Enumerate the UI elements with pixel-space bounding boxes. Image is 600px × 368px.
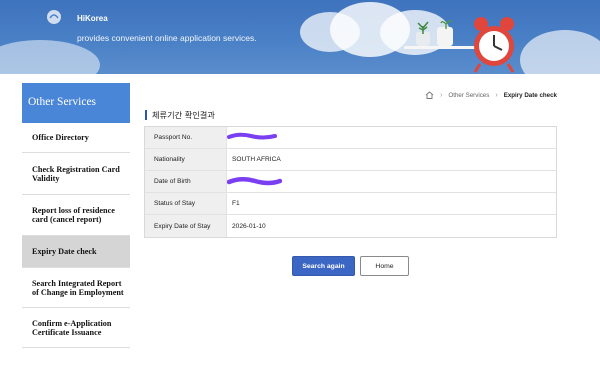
row-label: Date of Birth — [145, 171, 227, 192]
banner-tagline: provides convenient online application s… — [77, 33, 257, 43]
row-label: Expiry Date of Stay — [145, 215, 227, 237]
row-label: Nationality — [145, 149, 227, 170]
redaction-scribble — [227, 132, 277, 140]
sidebar-title: Other Services — [22, 83, 130, 123]
section-title: 체류기간 확인결과 — [145, 109, 215, 121]
passport-number-value — [227, 127, 556, 148]
nationality-value: SOUTH AFRICA — [232, 156, 281, 163]
table-row: Expiry Date of Stay 2026-01-10 — [145, 215, 556, 237]
search-again-button[interactable]: Search again — [292, 256, 355, 276]
sidebar-item-label: Expiry Date check — [32, 247, 97, 256]
shelf-decoration — [404, 46, 476, 49]
plant-leaves-icon — [417, 21, 429, 34]
table-row: Passport No. — [145, 127, 556, 149]
status-of-stay-value: F1 — [232, 200, 240, 207]
home-button[interactable]: Home — [360, 256, 409, 276]
brand-name: HiKorea — [77, 14, 108, 23]
sidebar-item-check-registration-card[interactable]: Check Registration Card Validity — [22, 153, 130, 195]
sprout-icon — [440, 20, 452, 29]
result-table: Passport No. Nationality SOUTH AFRICA Da… — [144, 126, 557, 238]
breadcrumb-item-other-services[interactable]: Other Services — [448, 92, 489, 99]
table-row: Date of Birth — [145, 171, 556, 193]
sidebar: Other Services Office Directory Check Re… — [22, 83, 130, 348]
table-row: Nationality SOUTH AFRICA — [145, 149, 556, 171]
sidebar-item-report-loss[interactable]: Report loss of residence card (cancel re… — [22, 195, 130, 236]
plant-pot-decoration — [437, 27, 453, 46]
home-icon[interactable] — [425, 91, 434, 99]
row-label: Passport No. — [145, 127, 227, 148]
sidebar-item-office-directory[interactable]: Office Directory — [22, 123, 130, 153]
chevron-right-icon: › — [495, 91, 498, 99]
header-banner: HiKorea provides convenient online appli… — [0, 0, 600, 74]
table-row: Status of Stay F1 — [145, 193, 556, 215]
breadcrumb-item-current: Expiry Date check — [503, 91, 557, 99]
redaction-scribble — [227, 177, 282, 186]
sidebar-item-label: Search Integrated Report of Change in Em… — [32, 278, 124, 297]
plant-pot-decoration — [416, 32, 430, 46]
section-title-text: 체류기간 확인결과 — [152, 110, 215, 120]
breadcrumb: › Other Services › Expiry Date check — [425, 91, 557, 99]
sidebar-item-expiry-date-check[interactable]: Expiry Date check — [22, 236, 130, 268]
sidebar-item-confirm-e-application[interactable]: Confirm e-Application Certificate Issuan… — [22, 308, 130, 348]
sidebar-item-label: Confirm e-Application Certificate Issuan… — [32, 318, 112, 337]
chevron-right-icon: › — [440, 91, 443, 99]
sidebar-item-label: Office Directory — [32, 133, 89, 142]
title-accent-bar — [145, 110, 147, 120]
sidebar-item-label: Check Registration Card Validity — [32, 164, 120, 183]
date-of-birth-value — [227, 171, 556, 192]
sidebar-item-label: Report loss of residence card (cancel re… — [32, 206, 115, 224]
expiry-date-value: 2026-01-10 — [232, 222, 266, 230]
row-label: Status of Stay — [145, 193, 227, 214]
alarm-clock-icon — [473, 17, 515, 73]
hikorea-logo-icon — [47, 10, 61, 24]
sidebar-item-integrated-report[interactable]: Search Integrated Report of Change in Em… — [22, 268, 130, 308]
